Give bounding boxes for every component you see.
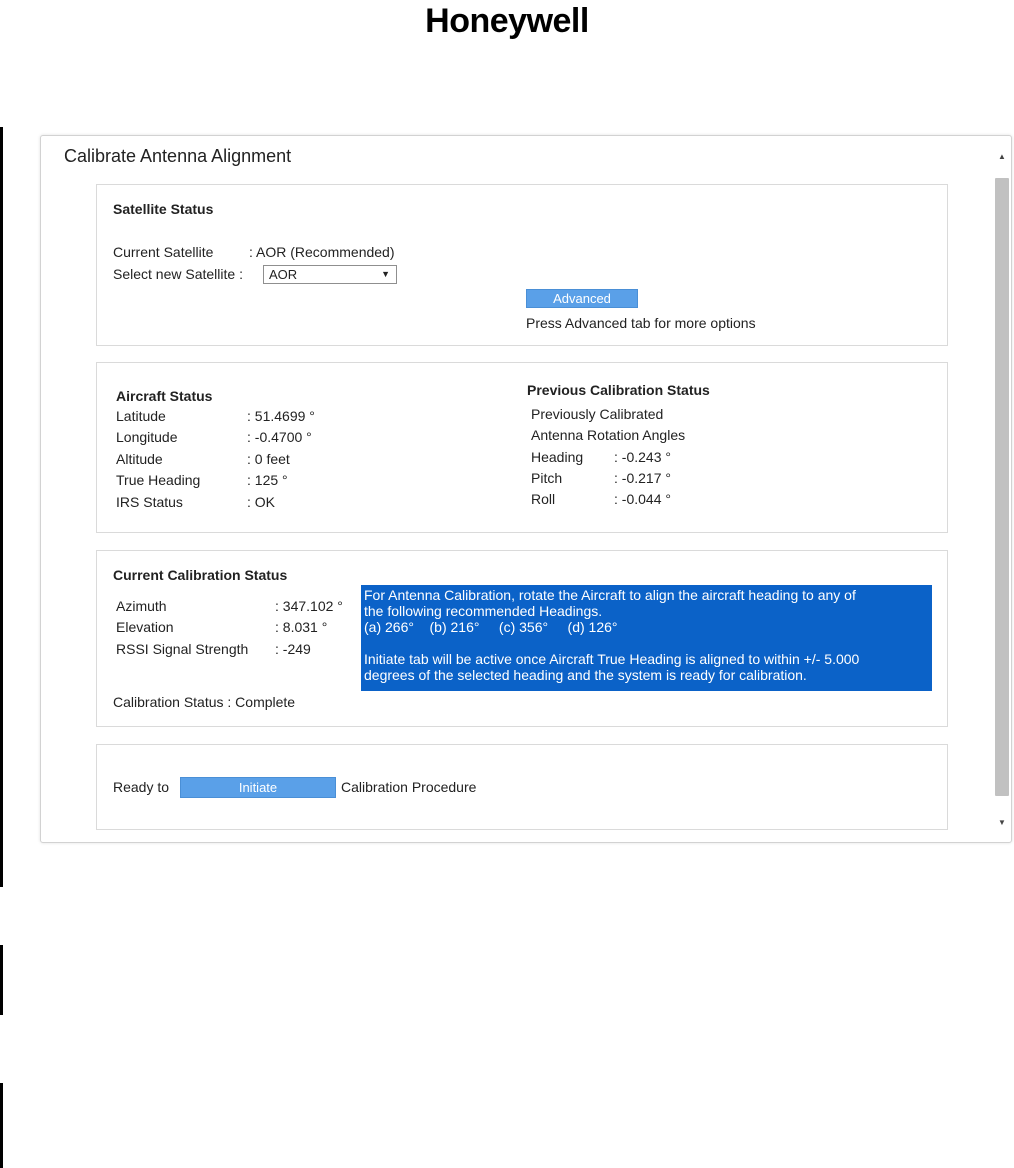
azimuth-label: Azimuth (116, 598, 167, 614)
info-line: the following recommended Headings. (364, 603, 603, 619)
previously-calibrated-text: Previously Calibrated (531, 406, 664, 422)
altitude-label: Altitude (116, 451, 163, 467)
info-line: degrees of the selected heading and the … (364, 667, 807, 683)
previous-calibration-heading: Previous Calibration Status (527, 382, 710, 398)
scroll-up-icon[interactable]: ▲ (993, 148, 1011, 166)
longitude-label: Longitude (116, 429, 178, 445)
rssi-value: : -249 (275, 641, 311, 657)
info-line: For Antenna Calibration, rotate the Airc… (364, 587, 856, 603)
satellite-select[interactable]: AOR ▼ (263, 265, 397, 284)
current-satellite-label: Current Satellite (113, 244, 214, 260)
initiate-panel: Ready to Initiate Calibration Procedure (96, 744, 948, 830)
prev-roll-value: : -0.044 ° (614, 491, 671, 507)
info-line: Initiate tab will be active once Aircraf… (364, 651, 860, 667)
aircraft-status-panel: Aircraft Status Latitude : 51.4699 ° Lon… (96, 362, 948, 533)
advanced-hint: Press Advanced tab for more options (526, 315, 756, 331)
current-calibration-heading: Current Calibration Status (113, 567, 288, 583)
change-bar (0, 1083, 3, 1168)
scroll-down-icon[interactable]: ▼ (993, 814, 1011, 832)
longitude-value: : -0.4700 ° (247, 429, 312, 445)
rotation-angles-text: Antenna Rotation Angles (531, 427, 686, 443)
change-bar (0, 945, 3, 1015)
prev-pitch-value: : -0.217 ° (614, 470, 671, 486)
calibration-instructions: For Antenna Calibration, rotate the Airc… (361, 585, 932, 691)
calibration-status-text: Calibration Status : Complete (113, 694, 296, 710)
true-heading-value: : 125 ° (247, 472, 288, 488)
calibration-procedure-text: Calibration Procedure (341, 779, 477, 795)
initiate-button[interactable]: Initiate (180, 777, 336, 798)
latitude-label: Latitude (116, 408, 166, 424)
select-satellite-label: Select new Satellite : (113, 266, 243, 282)
calibration-window: Calibrate Antenna Alignment ▲ ▼ Satellit… (40, 135, 1012, 843)
altitude-value: : 0 feet (247, 451, 290, 467)
vertical-scrollbar[interactable]: ▲ ▼ (993, 148, 1011, 832)
aircraft-status-heading: Aircraft Status (116, 388, 213, 404)
irs-status-label: IRS Status (116, 494, 183, 510)
satellite-status-heading: Satellite Status (113, 201, 214, 217)
honeywell-logo: Honeywell (425, 2, 589, 40)
elevation-value: : 8.031 ° (275, 619, 328, 635)
irs-status-value: : OK (247, 494, 276, 510)
rssi-label: RSSI Signal Strength (116, 641, 249, 657)
change-bar (0, 127, 3, 887)
true-heading-label: True Heading (116, 472, 201, 488)
scroll-thumb[interactable] (995, 178, 1009, 796)
satellite-select-value: AOR (269, 267, 298, 282)
elevation-label: Elevation (116, 619, 174, 635)
recommended-headings: (a) 266° (b) 216° (c) 356° (d) 126° (364, 619, 618, 635)
prev-heading-label: Heading (531, 449, 584, 465)
azimuth-value: : 347.102 ° (275, 598, 343, 614)
current-satellite-value: : AOR (Recommended) (249, 244, 395, 260)
advanced-button[interactable]: Advanced (526, 289, 638, 308)
prev-heading-value: : -0.243 ° (614, 449, 671, 465)
prev-pitch-label: Pitch (531, 470, 563, 486)
ready-to-text: Ready to (113, 779, 170, 795)
current-calibration-panel: Current Calibration Status Azimuth : 347… (96, 550, 948, 727)
window-title: Calibrate Antenna Alignment (64, 146, 292, 166)
latitude-value: : 51.4699 ° (247, 408, 315, 424)
satellite-status-panel: Satellite Status Current Satellite : AOR… (96, 184, 948, 346)
prev-roll-label: Roll (531, 491, 556, 507)
chevron-down-icon: ▼ (381, 269, 390, 279)
